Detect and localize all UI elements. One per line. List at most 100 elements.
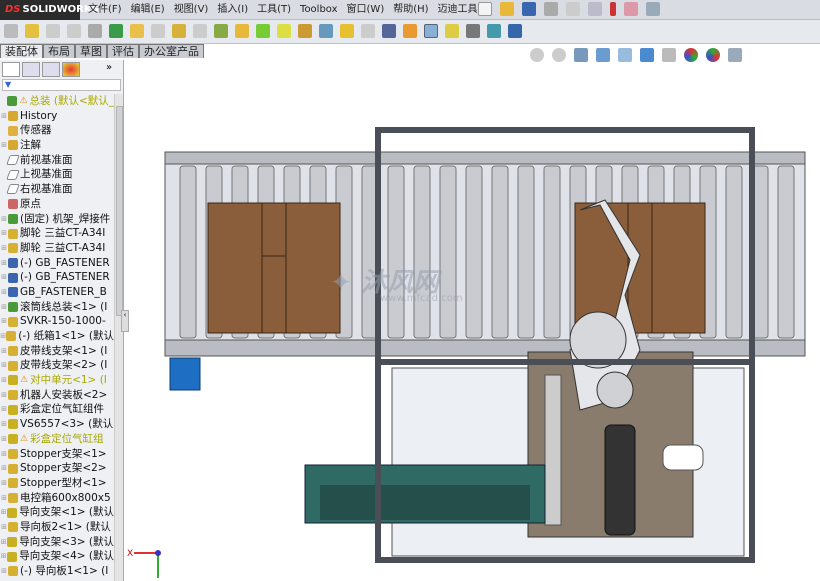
menu-tools[interactable]: 工具(T) [257,0,291,20]
expand-icon[interactable]: ⊞ [0,314,8,329]
scene-icon[interactable] [706,48,720,62]
expand-icon[interactable]: ⊞ [0,256,8,271]
balance-icon[interactable] [508,24,522,38]
mass-properties-icon[interactable] [445,24,459,38]
expand-icon[interactable]: ⊞ [0,432,8,447]
tree-item[interactable]: 前视基准面 [0,153,114,168]
insert-component-icon[interactable] [4,24,18,38]
tree-item[interactable]: ⊞ 脚轮 三益CT-A34I [0,241,114,256]
tree-item[interactable]: ⊞ VS6557<3> (默认 [0,417,114,432]
measure-icon[interactable] [424,24,438,38]
expand-icon[interactable]: ⊞ [0,388,8,403]
menu-window[interactable]: 窗口(W) [347,0,385,20]
link-icon[interactable] [382,24,396,38]
assembly-features-icon[interactable] [151,24,165,38]
options-icon[interactable] [646,2,660,16]
tree-item[interactable]: ⊞ 注解 [0,138,114,153]
expand-icon[interactable]: ⊞ [0,358,8,373]
tree-item[interactable]: 上视基准面 [0,167,114,182]
menu-insert[interactable]: 插入(I) [217,0,248,20]
scrollbar-thumb[interactable] [116,106,123,316]
expand-icon[interactable]: ⊞ [0,270,8,285]
tab-layout[interactable]: 布局 [43,44,75,58]
bill-of-materials-icon[interactable] [214,24,228,38]
more-tabs-button[interactable]: » [106,62,112,76]
menu-file[interactable]: 文件(F) [88,0,122,20]
tree-item[interactable]: ⊞ 脚轮 三益CT-A34I [0,226,114,241]
tree-item[interactable]: ⊞ 机器人安装板<2> [0,388,114,403]
display-style-icon[interactable] [640,48,654,62]
tree-item[interactable]: ⚠ 总装 (默认<默认_ [0,94,114,109]
open-icon[interactable] [500,2,514,16]
graphics-area[interactable]: X [126,62,820,581]
filter-input[interactable]: ▼ [2,79,121,91]
expand-icon[interactable]: ⊞ [0,461,8,476]
tab-sketch[interactable]: 草图 [75,44,107,58]
sensor-icon[interactable] [487,24,501,38]
tree-item[interactable]: ⊞ 导向板2<1> (默认 [0,520,114,535]
expand-icon[interactable]: ⊞ [0,212,8,227]
feature-manager-tab-icon[interactable] [2,62,20,77]
large-assembly-icon[interactable] [361,24,375,38]
smart-fasteners-icon[interactable] [67,24,81,38]
select-icon[interactable] [588,2,602,16]
configuration-manager-tab-icon[interactable] [42,62,60,77]
expand-icon[interactable]: ⊞ [0,300,8,315]
tree-item[interactable]: ⊞ (-) GB_FASTENER [0,270,114,285]
tree-item[interactable]: ⊞ 皮带线支架<2> (I [0,358,114,373]
tab-evaluate[interactable]: 评估 [107,44,139,58]
tree-item[interactable]: ⊞ History [0,109,114,124]
new-motion-study-icon[interactable] [193,24,207,38]
expand-icon[interactable]: ⊞ [0,535,7,550]
explode-line-sketch-icon[interactable] [256,24,270,38]
tree-item[interactable]: ⊞ 导向支架<3> (默认 [0,535,114,550]
expand-icon[interactable]: ⊞ [0,226,8,241]
interference-detection-icon[interactable] [277,24,291,38]
instant3d-icon[interactable] [340,24,354,38]
tree-item[interactable]: ⊞ 皮带线支架<1> (I [0,344,114,359]
view-settings-icon[interactable] [728,48,742,62]
tree-item[interactable]: ⊞ 滚筒线总装<1> (I [0,300,114,315]
tree-item[interactable]: ⊞ GB_FASTENER_B [0,285,114,300]
tab-assembly[interactable]: 装配体 [0,44,43,58]
tree-scrollbar[interactable] [114,94,123,581]
expand-icon[interactable]: ⊞ [0,476,8,491]
expand-icon[interactable]: ⊞ [0,285,8,300]
print-icon[interactable] [544,2,558,16]
tree-item[interactable]: ⊞ ⚠ 对中单元<1> (I [0,373,114,388]
expand-icon[interactable]: ⊞ [0,241,8,256]
view-orientation-icon[interactable] [618,48,632,62]
tree-item[interactable]: ⊞ (-) GB_FASTENER [0,256,114,271]
menu-toolbox[interactable]: Toolbox [300,0,338,20]
appearance-icon[interactable] [684,48,698,62]
clearance-verification-icon[interactable] [298,24,312,38]
expand-icon[interactable]: ⊞ [0,447,8,462]
tree-item[interactable]: ⊞ Stopper型材<1> [0,476,114,491]
expand-icon[interactable]: ⊞ [0,417,8,432]
menu-edit[interactable]: 编辑(E) [131,0,165,20]
tree-item[interactable]: ⊞ ⚠ 彩盒定位气缸组 [0,432,114,447]
exploded-view-icon[interactable] [235,24,249,38]
expand-icon[interactable]: ⊞ [0,564,8,579]
section-properties-icon[interactable] [466,24,480,38]
tree-item[interactable]: ⊞ 导向支架<4> (默认 [0,549,114,564]
solidworks-logo[interactable]: DS SOLIDWORKS [0,0,99,20]
hide-show-items-icon[interactable] [662,48,676,62]
expand-icon[interactable]: ⊞ [0,549,7,564]
tree-item[interactable]: ⊞ Stopper支架<2> [0,461,114,476]
expand-icon[interactable]: ⊞ [0,520,8,535]
tree-item[interactable]: 传感器 [0,123,114,138]
show-hidden-icon[interactable] [130,24,144,38]
tree-item[interactable]: ⊞ 导向支架<1> (默认 [0,505,114,520]
tree-item[interactable]: ⊞ Stopper支架<1> [0,447,114,462]
zoom-to-fit-icon[interactable] [530,48,544,62]
tree-item[interactable]: ⊞ (-) 纸箱1<1> (默认 [0,329,114,344]
file-properties-icon[interactable] [624,2,638,16]
tab-office-products[interactable]: 办公室产品 [139,44,204,58]
expand-icon[interactable]: ⊞ [0,373,8,388]
expand-icon[interactable]: ⊞ [0,109,8,124]
tree-item[interactable]: ⊞ 电控箱600x800x5 [0,491,114,506]
tree-item[interactable]: ⊞ (固定) 机架_焊接件 [0,212,114,227]
section-view-icon[interactable] [596,48,610,62]
menu-view[interactable]: 视图(V) [174,0,209,20]
